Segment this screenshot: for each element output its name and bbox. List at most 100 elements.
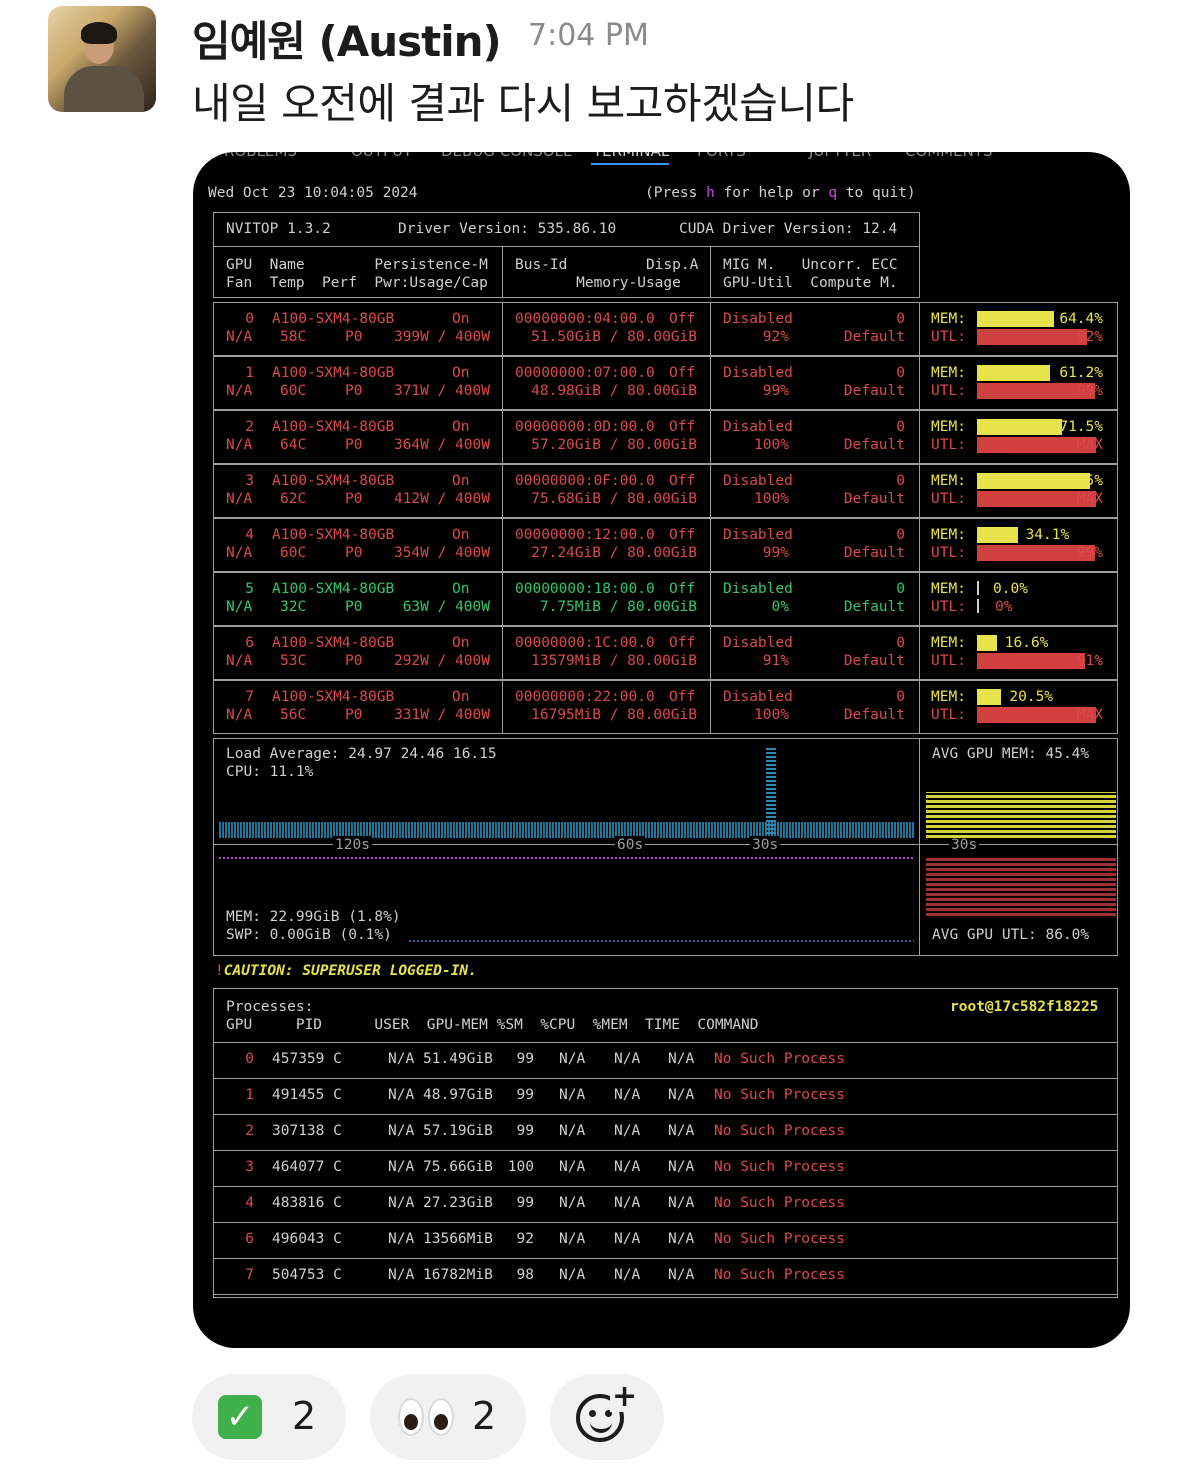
header-col3-r1: MIG M. Uncorr. ECC [723, 257, 898, 273]
memory-history-plot [219, 857, 914, 859]
gpu-mem-bar [977, 581, 979, 595]
gpu-compute-mode: Default [843, 707, 905, 723]
message-time[interactable]: 7:04 PM [528, 18, 649, 53]
header-col3-r2: GPU-Util Compute M. [723, 275, 898, 291]
gpu-power: 399W / 400W [393, 329, 490, 345]
proc-time: N/A [668, 1159, 695, 1175]
gpu-compute-mode: Default [843, 491, 905, 507]
gpu-memory-usage: 75.68GiB / 80.00GiB [531, 491, 697, 507]
screenshot-attachment[interactable]: PROBLEMS OUTPUT DEBUG CONSOLE TERMINAL P… [193, 152, 1130, 1348]
utl-label: UTL: [931, 653, 966, 669]
gpu-mem-percent: 61.2% [1059, 365, 1103, 381]
avatar[interactable] [48, 6, 156, 112]
proc-time: N/A [668, 1123, 695, 1139]
gpu-disp: Off [669, 581, 696, 597]
gpu-mig: Disabled [723, 311, 793, 327]
nvitop-version: NVITOP 1.3.2 [226, 221, 331, 237]
gpu-temp: 60C [280, 545, 307, 561]
tick-30s-gpu: 30s [949, 836, 980, 854]
gpu-fan: N/A [226, 545, 253, 561]
proc-sm: 100 [507, 1159, 534, 1175]
reaction-check[interactable]: ✓ 2 [192, 1374, 346, 1460]
mem-label: MEM: [931, 635, 966, 651]
add-reaction-button[interactable]: + [550, 1374, 664, 1460]
gpu-power: 412W / 400W [393, 491, 490, 507]
utl-label: UTL: [931, 491, 966, 507]
gpu-disp: Off [669, 419, 696, 435]
mem-label: MEM: [931, 473, 966, 489]
gpu-mem-bar [977, 635, 997, 651]
proc-gpu-mem: 16782MiB [423, 1267, 493, 1283]
proc-pid: 457359 C [272, 1051, 342, 1067]
proc-command: No Such Process [714, 1231, 845, 1247]
gpu-utl-bar [977, 599, 979, 613]
gpu-ecc: 0 [896, 581, 905, 597]
gpu-util: 91% [762, 653, 789, 669]
proc-mem: N/A [614, 1123, 641, 1139]
gpu-mig: Disabled [723, 581, 793, 597]
gpu-disp: Off [669, 689, 696, 705]
gpu-perf: P0 [345, 491, 363, 507]
gpu-memory-usage: 13579MiB / 80.00GiB [531, 653, 697, 669]
proc-mem: N/A [614, 1159, 641, 1175]
help-hint: (Press h for help or q to quit) [645, 185, 916, 201]
proc-user: N/A [388, 1231, 415, 1247]
gpu-bus-id: 00000000:07:00.0 [515, 365, 655, 381]
nvitop-terminal: Wed Oct 23 10:04:05 2024 (Press h for he… [193, 152, 1130, 1348]
gpu-util: 100% [754, 491, 789, 507]
gpu-id: 5 [245, 581, 254, 597]
message-text: 내일 오전에 결과 다시 보고하겠습니다 [192, 79, 854, 128]
gpu-id: 1 [245, 365, 254, 381]
proc-pid: 496043 C [272, 1231, 342, 1247]
gpu-id: 4 [245, 527, 254, 543]
gpu-util: 100% [754, 707, 789, 723]
gpu-ecc: 0 [896, 635, 905, 651]
gpu-persistence: On [452, 311, 470, 327]
gpu-perf: P0 [345, 383, 363, 399]
gpu-mig: Disabled [723, 473, 793, 489]
host-memory: MEM: 22.99GiB (1.8%) [226, 909, 401, 925]
gpu-name: A100-SXM4-80GB [272, 311, 395, 327]
gpu-bus-id: 00000000:04:00.0 [515, 311, 655, 327]
proc-cpu: N/A [559, 1195, 586, 1211]
sender-name[interactable]: 임예원 (Austin) [192, 8, 502, 69]
reaction-eyes[interactable]: 2 [370, 1374, 526, 1460]
gpu-ecc: 0 [896, 527, 905, 543]
mem-label: MEM: [931, 311, 966, 327]
gpu-bus-id: 00000000:12:00.0 [515, 527, 655, 543]
gpu-mig: Disabled [723, 635, 793, 651]
proc-user: N/A [388, 1051, 415, 1067]
proc-gpu-mem: 51.49GiB [423, 1051, 493, 1067]
proc-mem: N/A [614, 1267, 641, 1283]
gpu-fan: N/A [226, 437, 253, 453]
proc-mem: N/A [614, 1087, 641, 1103]
swap-history-plot [409, 940, 914, 942]
proc-time: N/A [668, 1267, 695, 1283]
gpu-power: 354W / 400W [393, 545, 490, 561]
load-average: Load Average: 24.97 24.46 16.15 [226, 746, 497, 762]
gpu-disp: Off [669, 473, 696, 489]
proc-user: N/A [388, 1195, 415, 1211]
proc-cpu: N/A [559, 1159, 586, 1175]
proc-command: No Such Process [714, 1267, 845, 1283]
gpu-util: 92% [762, 329, 789, 345]
proc-pid: 483816 C [272, 1195, 342, 1211]
gpu-bus-id: 00000000:0F:00.0 [515, 473, 655, 489]
proc-sm: 99 [516, 1087, 534, 1103]
gpu-temp: 53C [280, 653, 307, 669]
gpu-persistence: On [452, 473, 470, 489]
avg-gpu-utl: AVG GPU UTL: 86.0% [932, 927, 1090, 943]
tick-30s: 30s [750, 836, 781, 854]
proc-user: N/A [388, 1159, 415, 1175]
host-swap: SWP: 0.00GiB (0.1%) [226, 927, 392, 943]
processes-label: Processes: [226, 999, 314, 1015]
gpu-ecc: 0 [896, 473, 905, 489]
avg-gpu-mem: AVG GPU MEM: 45.4% [932, 746, 1090, 762]
proc-user: N/A [388, 1123, 415, 1139]
gpu-memory-usage: 48.98GiB / 80.00GiB [531, 383, 697, 399]
gpu-name: A100-SXM4-80GB [272, 527, 395, 543]
gpu-perf: P0 [345, 329, 363, 345]
mem-label: MEM: [931, 581, 966, 597]
gpu-temp: 32C [280, 599, 307, 615]
proc-cpu: N/A [559, 1087, 586, 1103]
